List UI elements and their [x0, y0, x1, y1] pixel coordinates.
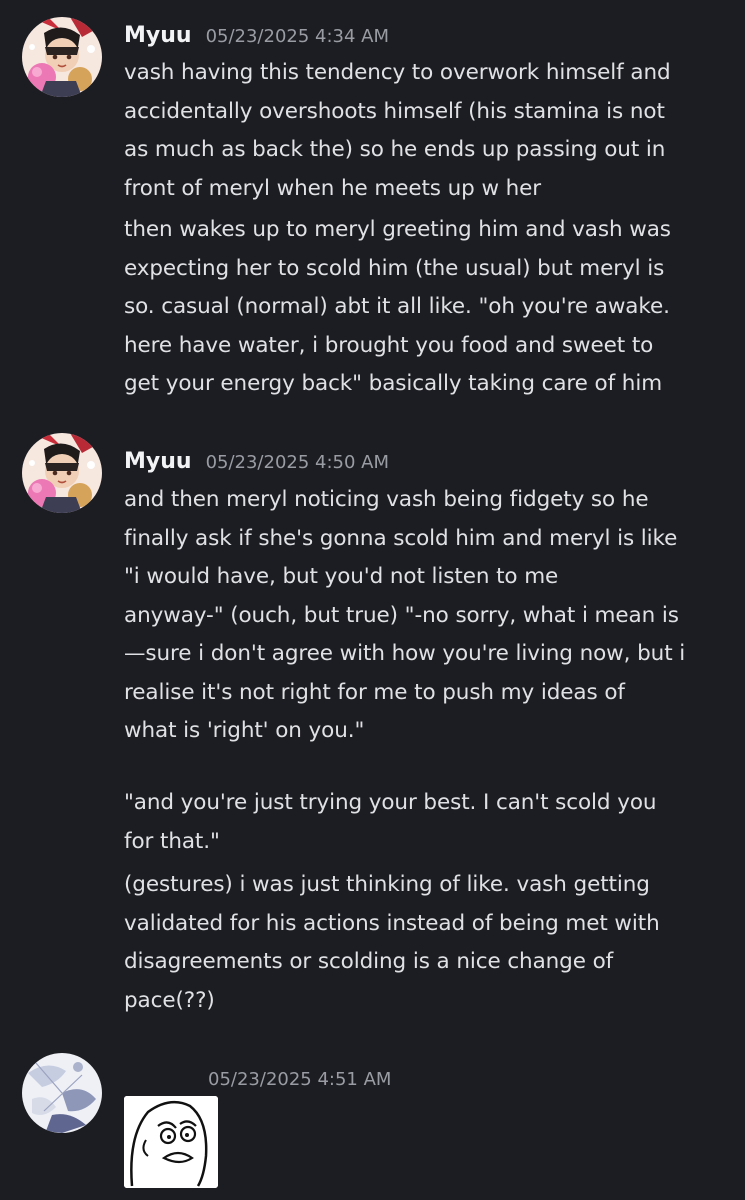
message-text: "and you're just trying your best. I can… [124, 790, 657, 854]
avatar-image [22, 433, 102, 513]
message-username[interactable]: Myuu [124, 449, 192, 474]
reaction-image-attachment[interactable] [124, 1096, 218, 1188]
message-text: then wakes up to meryl greeting him and … [124, 217, 671, 396]
avatar-image [22, 17, 102, 97]
user-avatar[interactable] [22, 17, 102, 97]
user-avatar[interactable] [22, 433, 102, 513]
avatar-image [22, 1053, 102, 1133]
message-timestamp: 05/23/2025 4:50 AM [205, 452, 390, 473]
worried-face-sticker [124, 1096, 218, 1188]
user-avatar[interactable] [22, 1053, 102, 1133]
message-timestamp: 05/23/2025 4:51 AM [208, 1069, 392, 1090]
message-text: vash having this tendency to overwork hi… [124, 60, 671, 201]
message-timestamp: 05/23/2025 4:34 AM [205, 26, 390, 47]
message-text: and then meryl noticing vash being fidge… [124, 487, 686, 743]
message-username[interactable]: Myuu [124, 23, 192, 48]
message-text: (gestures) i was just thinking of like. … [124, 872, 660, 1013]
